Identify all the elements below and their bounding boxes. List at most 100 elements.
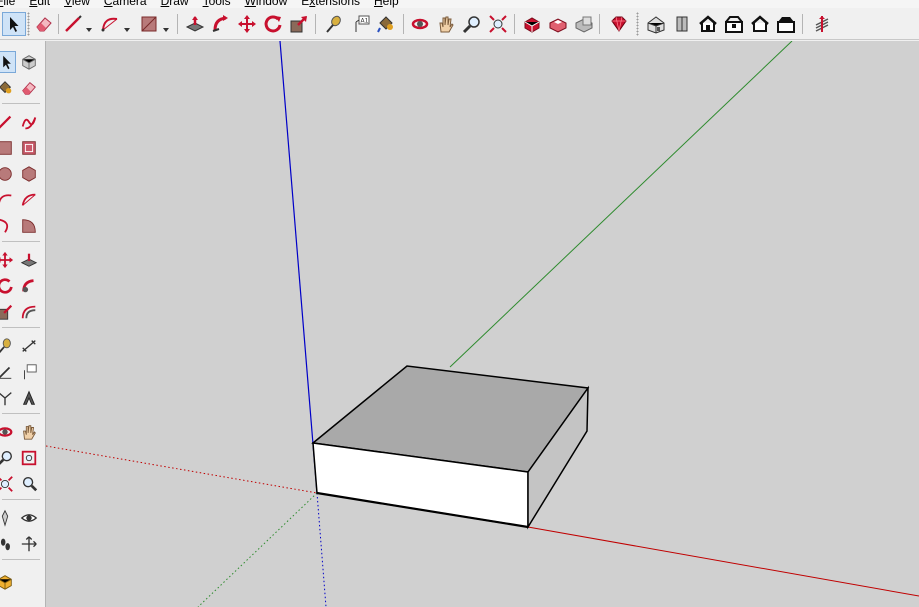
- 3d-warehouse-icon[interactable]: [0, 571, 16, 593]
- eraser-tool-icon[interactable]: [32, 12, 56, 36]
- menu-extensions[interactable]: Extensions: [301, 0, 360, 7]
- share-model-icon[interactable]: [546, 12, 570, 36]
- orbit-tool-icon[interactable]: [408, 12, 432, 36]
- menu-help[interactable]: Help: [374, 0, 399, 7]
- tape-measure-tool-icon[interactable]: [0, 335, 16, 357]
- large-tool-set-toolbar: [0, 41, 46, 607]
- menu-file[interactable]: File: [0, 0, 15, 7]
- previous-view-icon[interactable]: [18, 473, 40, 495]
- pan-tool-icon[interactable]: [434, 12, 458, 36]
- follow-me-tool-icon[interactable]: [209, 12, 233, 36]
- section-plane-icon[interactable]: [18, 533, 40, 555]
- blue-axis-negative: [316, 492, 327, 607]
- line-tool-icon[interactable]: [61, 12, 85, 36]
- extension-warehouse-icon[interactable]: [572, 12, 596, 36]
- green-axis: [449, 41, 793, 368]
- menu-window[interactable]: Window: [245, 0, 288, 7]
- 3d-text-tool-icon[interactable]: [18, 387, 40, 409]
- move-tool-icon[interactable]: [0, 249, 16, 271]
- scale-tool-icon[interactable]: [0, 301, 16, 323]
- walk-tool-icon[interactable]: [0, 533, 16, 555]
- arc-tool-icon[interactable]: [0, 189, 16, 211]
- red-axis-negative: [46, 445, 318, 494]
- rectangle-dropdown-caret[interactable]: [163, 22, 169, 32]
- paint-bucket-tool-icon[interactable]: [374, 12, 398, 36]
- toolbar-separator: [177, 14, 178, 34]
- menu-tools[interactable]: Tools: [203, 0, 231, 7]
- two-point-arc-tool-icon[interactable]: [18, 189, 40, 211]
- push-pull-tool-icon[interactable]: [183, 12, 207, 36]
- rotated-rectangle-tool-icon[interactable]: [18, 137, 40, 159]
- toolbar-separator: [2, 103, 40, 104]
- menu-bar: File Edit View Camera Draw Tools Window …: [0, 0, 919, 8]
- move-tool-icon[interactable]: [235, 12, 259, 36]
- polygon-tool-icon[interactable]: [18, 163, 40, 185]
- zoom-extents-tool-icon[interactable]: [0, 473, 16, 495]
- offset-tool-icon[interactable]: [18, 301, 40, 323]
- scale-tool-icon[interactable]: [287, 12, 311, 36]
- 3d-warehouse-icon[interactable]: [520, 12, 544, 36]
- toolbar-separator: [2, 499, 40, 500]
- zoom-tool-icon[interactable]: [0, 447, 16, 469]
- three-point-arc-tool-icon[interactable]: [0, 215, 16, 237]
- pan-tool-icon[interactable]: [18, 421, 40, 443]
- toolbar-separator: [514, 14, 515, 34]
- protractor-tool-icon[interactable]: [0, 361, 16, 383]
- red-axis: [527, 526, 919, 597]
- iso-view-icon[interactable]: [644, 12, 668, 36]
- menu-file-rest: ile: [3, 0, 16, 8]
- section-plane-icon[interactable]: [810, 12, 834, 36]
- zoom-window-tool-icon[interactable]: [18, 447, 40, 469]
- pie-tool-icon[interactable]: [18, 215, 40, 237]
- select-tool-icon[interactable]: [0, 51, 16, 73]
- rectangle-tool-icon[interactable]: [137, 12, 161, 36]
- arc-dropdown-caret[interactable]: [124, 22, 130, 32]
- make-component-icon[interactable]: [18, 51, 40, 73]
- toolbar-grip[interactable]: [636, 12, 639, 36]
- select-tool-icon[interactable]: [2, 12, 26, 36]
- menu-camera[interactable]: Camera: [104, 0, 147, 7]
- axes-tool-icon[interactable]: [0, 387, 16, 409]
- dimension-tool-icon[interactable]: [18, 335, 40, 357]
- toolbar-separator: [2, 413, 40, 414]
- toolbar-grip[interactable]: [27, 12, 30, 36]
- zoom-tool-icon[interactable]: [460, 12, 484, 36]
- line-tool-icon[interactable]: [0, 111, 16, 133]
- text-tool-icon[interactable]: A1: [349, 12, 373, 36]
- rectangle-tool-icon[interactable]: [0, 137, 16, 159]
- menu-draw[interactable]: Draw: [161, 0, 189, 7]
- circle-tool-icon[interactable]: [0, 163, 16, 185]
- text-tool-icon[interactable]: [18, 361, 40, 383]
- tape-measure-tool-icon[interactable]: [322, 12, 346, 36]
- left-view-icon[interactable]: [774, 12, 798, 36]
- menu-view[interactable]: View: [64, 0, 90, 7]
- text-tool-label: A1: [361, 18, 369, 25]
- menu-edit[interactable]: Edit: [29, 0, 50, 7]
- top-view-icon[interactable]: [670, 12, 694, 36]
- look-around-tool-icon[interactable]: [18, 507, 40, 529]
- toolbar-separator: [599, 14, 600, 34]
- follow-me-tool-icon[interactable]: [18, 275, 40, 297]
- front-view-icon[interactable]: [696, 12, 720, 36]
- toolbar-separator: [2, 241, 40, 242]
- back-view-icon[interactable]: [748, 12, 772, 36]
- right-view-icon[interactable]: [722, 12, 746, 36]
- main-toolbar: A1: [0, 8, 919, 40]
- ruby-console-icon[interactable]: [606, 12, 630, 36]
- green-axis-negative: [197, 492, 318, 607]
- zoom-extents-tool-icon[interactable]: [486, 12, 510, 36]
- model-viewport[interactable]: [46, 41, 919, 607]
- toolbar-separator: [802, 14, 803, 34]
- position-camera-tool-icon[interactable]: [0, 507, 16, 529]
- model-drawing: [46, 41, 919, 607]
- eraser-tool-icon[interactable]: [18, 77, 40, 99]
- push-pull-tool-icon[interactable]: [18, 249, 40, 271]
- line-dropdown-caret[interactable]: [86, 22, 92, 32]
- freehand-tool-icon[interactable]: [18, 111, 40, 133]
- rotate-tool-icon[interactable]: [0, 275, 16, 297]
- arc-tool-icon[interactable]: [98, 12, 122, 36]
- blue-axis: [279, 41, 318, 494]
- paint-bucket-tool-icon[interactable]: [0, 77, 16, 99]
- rotate-tool-icon[interactable]: [261, 12, 285, 36]
- orbit-tool-icon[interactable]: [0, 421, 16, 443]
